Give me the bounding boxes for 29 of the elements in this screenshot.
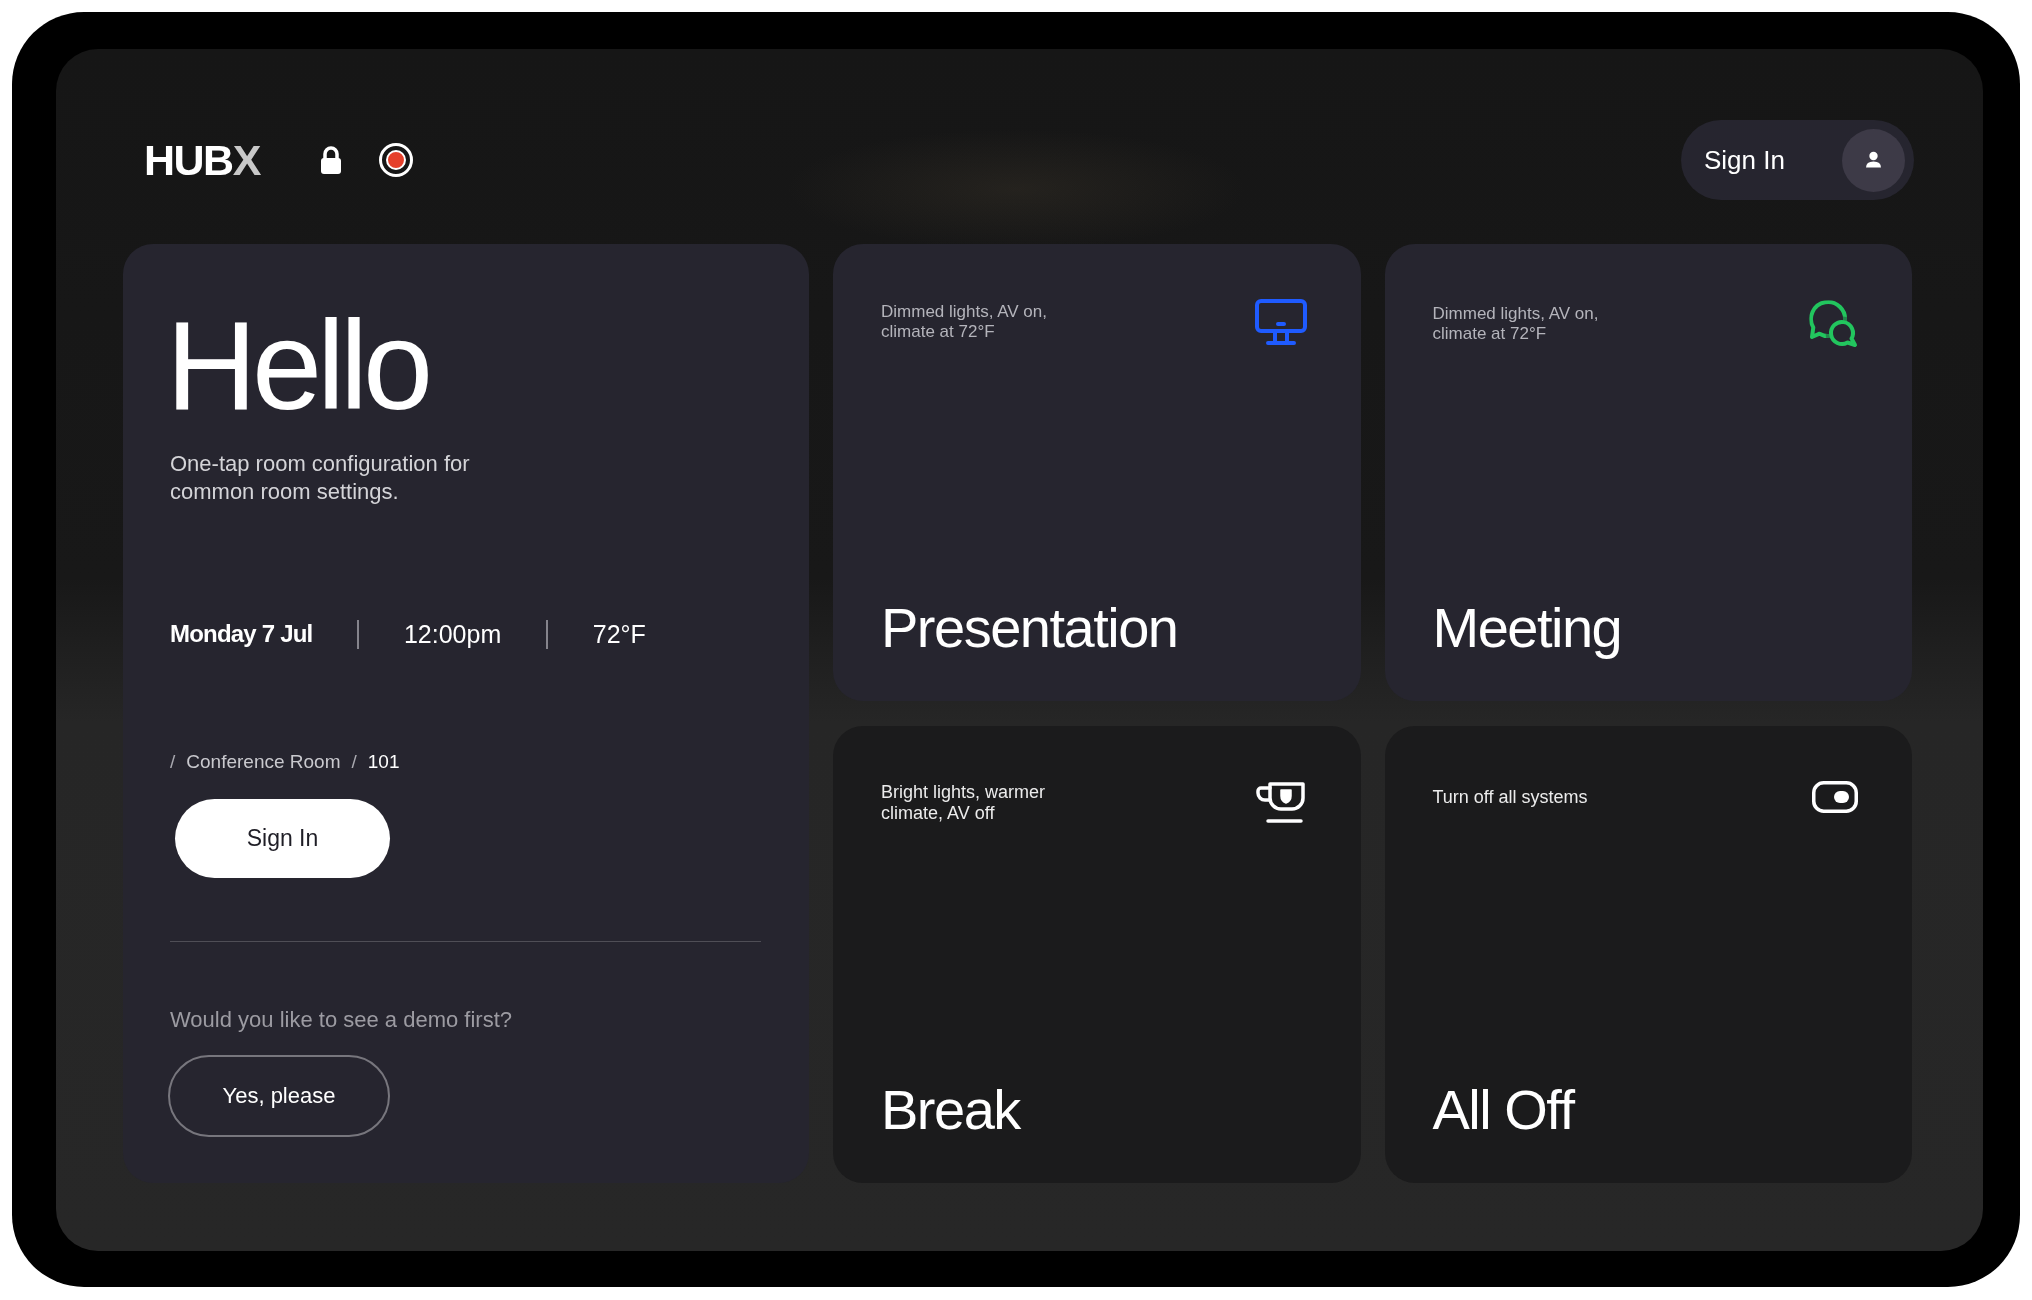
date-text: Monday 7 Jul [170,619,313,649]
temperature-text: 72°F [592,619,646,649]
scene-description: Bright lights, warmer climate, AV off [881,781,1047,824]
demo-button[interactable]: Yes, please [168,1055,390,1137]
time-text: 12:00pm [403,619,502,649]
scene-card[interactable]: Turn off all systems All Off [1384,726,1912,1183]
scene-title: Meeting [1432,596,1622,660]
record-icon [378,143,413,177]
sign-in-button[interactable]: Sign In [175,799,390,878]
breadcrumb-link[interactable]: 101 [367,751,400,773]
scene-card[interactable]: Bright lights, warmer climate, AV off Break [833,726,1361,1183]
lock-icon [319,146,342,174]
intro-text: One-tap room configuration for common room settings. [170,450,471,506]
scene-card[interactable]: Dimmed lights, AV on, climate at 72°F Meeting [1384,244,1912,701]
scene-title: All Off [1432,1078,1574,1142]
sign-in-button[interactable]: Sign In [1681,120,1914,200]
breadcrumb-link[interactable]: Conference Room [186,751,341,773]
scene-card[interactable]: Dimmed lights, AV on, climate at 72°F Presentation [833,244,1361,701]
demo-prompt: Would you like to see a demo first? [170,1006,512,1034]
scene-description: Dimmed lights, AV on, climate at 72°F [1432,304,1600,344]
scene-title: Presentation [881,596,1178,660]
scene-description: Dimmed lights, AV on, climate at 72°F [881,302,1048,342]
user-icon [1842,128,1905,192]
breadcrumb-separator: / [170,751,176,773]
breadcrumb-separator: / [351,751,357,773]
scene-title: Break [881,1078,1020,1142]
logo: HUBX [144,135,260,185]
greeting-heading: Hello [166,301,429,431]
scene-description: Turn off all systems [1432,786,1588,808]
